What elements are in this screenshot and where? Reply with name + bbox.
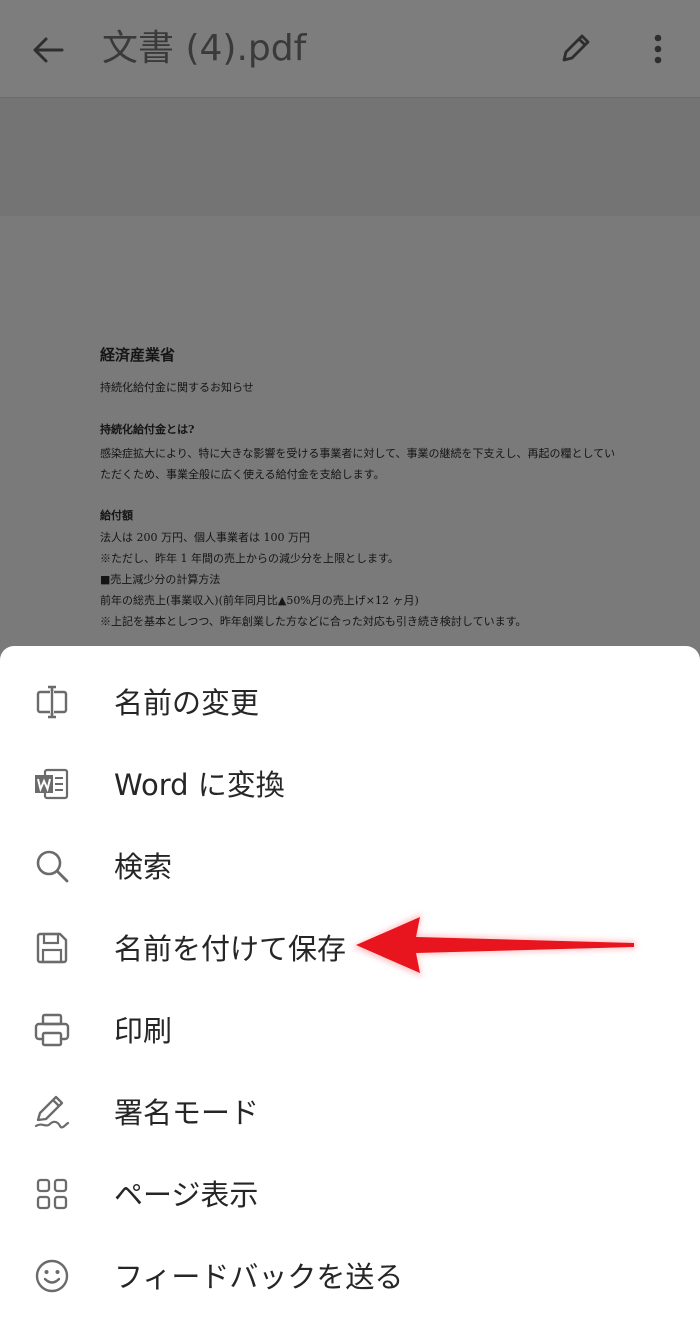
print-icon xyxy=(34,1013,70,1047)
menu-item-word[interactable]: Word に変換 xyxy=(0,744,700,826)
more-vertical-icon[interactable] xyxy=(640,30,676,70)
search-icon xyxy=(36,850,69,883)
doc-line: 前年の総売上(事業収入)(前年同月比▲50%月の売上げ×12 ヶ月) xyxy=(100,594,419,607)
doc-line: 法人は 200 万円、個人事業者は 100 万円 xyxy=(100,531,310,544)
menu-item-feedback[interactable]: フィードバックを送る xyxy=(0,1236,700,1318)
menu-item-label: Word に変換 xyxy=(114,768,285,802)
menu-item-print[interactable]: 印刷 xyxy=(0,990,700,1072)
doc-ministry: 経済産業省 xyxy=(100,346,176,364)
rename-icon xyxy=(36,685,68,719)
doc-line: ※ただし、昨年 1 年間の売上からの減少分を上限とします。 xyxy=(100,552,399,565)
smiley-icon xyxy=(35,1259,69,1293)
menu-item-label: ページ表示 xyxy=(114,1178,259,1212)
red-arrow-annotation xyxy=(352,913,636,977)
menu-item-label: フィードバックを送る xyxy=(114,1260,404,1294)
menu-item-label: 名前の変更 xyxy=(114,686,260,720)
save-icon xyxy=(36,932,68,964)
app-bar: 文書 (4).pdf xyxy=(0,0,700,98)
toolbar-shadow-band xyxy=(0,98,700,216)
doc-notice: 持続化給付金に関するお知らせ xyxy=(100,381,254,394)
word-icon xyxy=(35,768,69,800)
doc-line: ※上記を基本としつつ、昨年創業した方などに合った対応も引き続き検討しています。 xyxy=(100,615,527,628)
menu-item-signature-mode[interactable]: 署名モード xyxy=(0,1072,700,1154)
doc-heading-2: 給付額 xyxy=(100,509,133,522)
doc-heading-1: 持続化給付金とは? xyxy=(100,423,195,436)
document-title: 文書 (4).pdf xyxy=(102,28,307,69)
menu-item-label: 名前を付けて保存 xyxy=(114,932,347,966)
menu-item-label: 検索 xyxy=(114,850,173,884)
signature-icon xyxy=(34,1095,70,1129)
grid-icon xyxy=(36,1178,68,1210)
doc-paragraph-1: 感染症拡大により、特に大きな影響を受ける事業者に対して、事業の継続を下支えし、再… xyxy=(100,447,616,481)
menu-item-label: 署名モード xyxy=(114,1096,260,1130)
menu-item-search[interactable]: 検索 xyxy=(0,826,700,908)
pdf-page[interactable]: 経済産業省 持続化給付金に関するお知らせ 持続化給付金とは? 感染症拡大により、… xyxy=(0,216,700,656)
menu-item-rename[interactable]: 名前の変更 xyxy=(0,662,700,744)
pencil-icon[interactable] xyxy=(556,28,596,68)
doc-line: ■売上減少分の計算方法 xyxy=(100,573,221,586)
menu-item-page-view[interactable]: ページ表示 xyxy=(0,1154,700,1236)
arrow-left-icon[interactable] xyxy=(28,30,68,70)
bottom-sheet-menu: 名前の変更 Word に変換 検索 名前を付けて保存 印刷 署名モード ページ表… xyxy=(0,646,700,1328)
doc-lines: 法人は 200 万円、個人事業者は 100 万円 ※ただし、昨年 1 年間の売上… xyxy=(100,527,526,632)
menu-item-label: 印刷 xyxy=(114,1014,173,1048)
